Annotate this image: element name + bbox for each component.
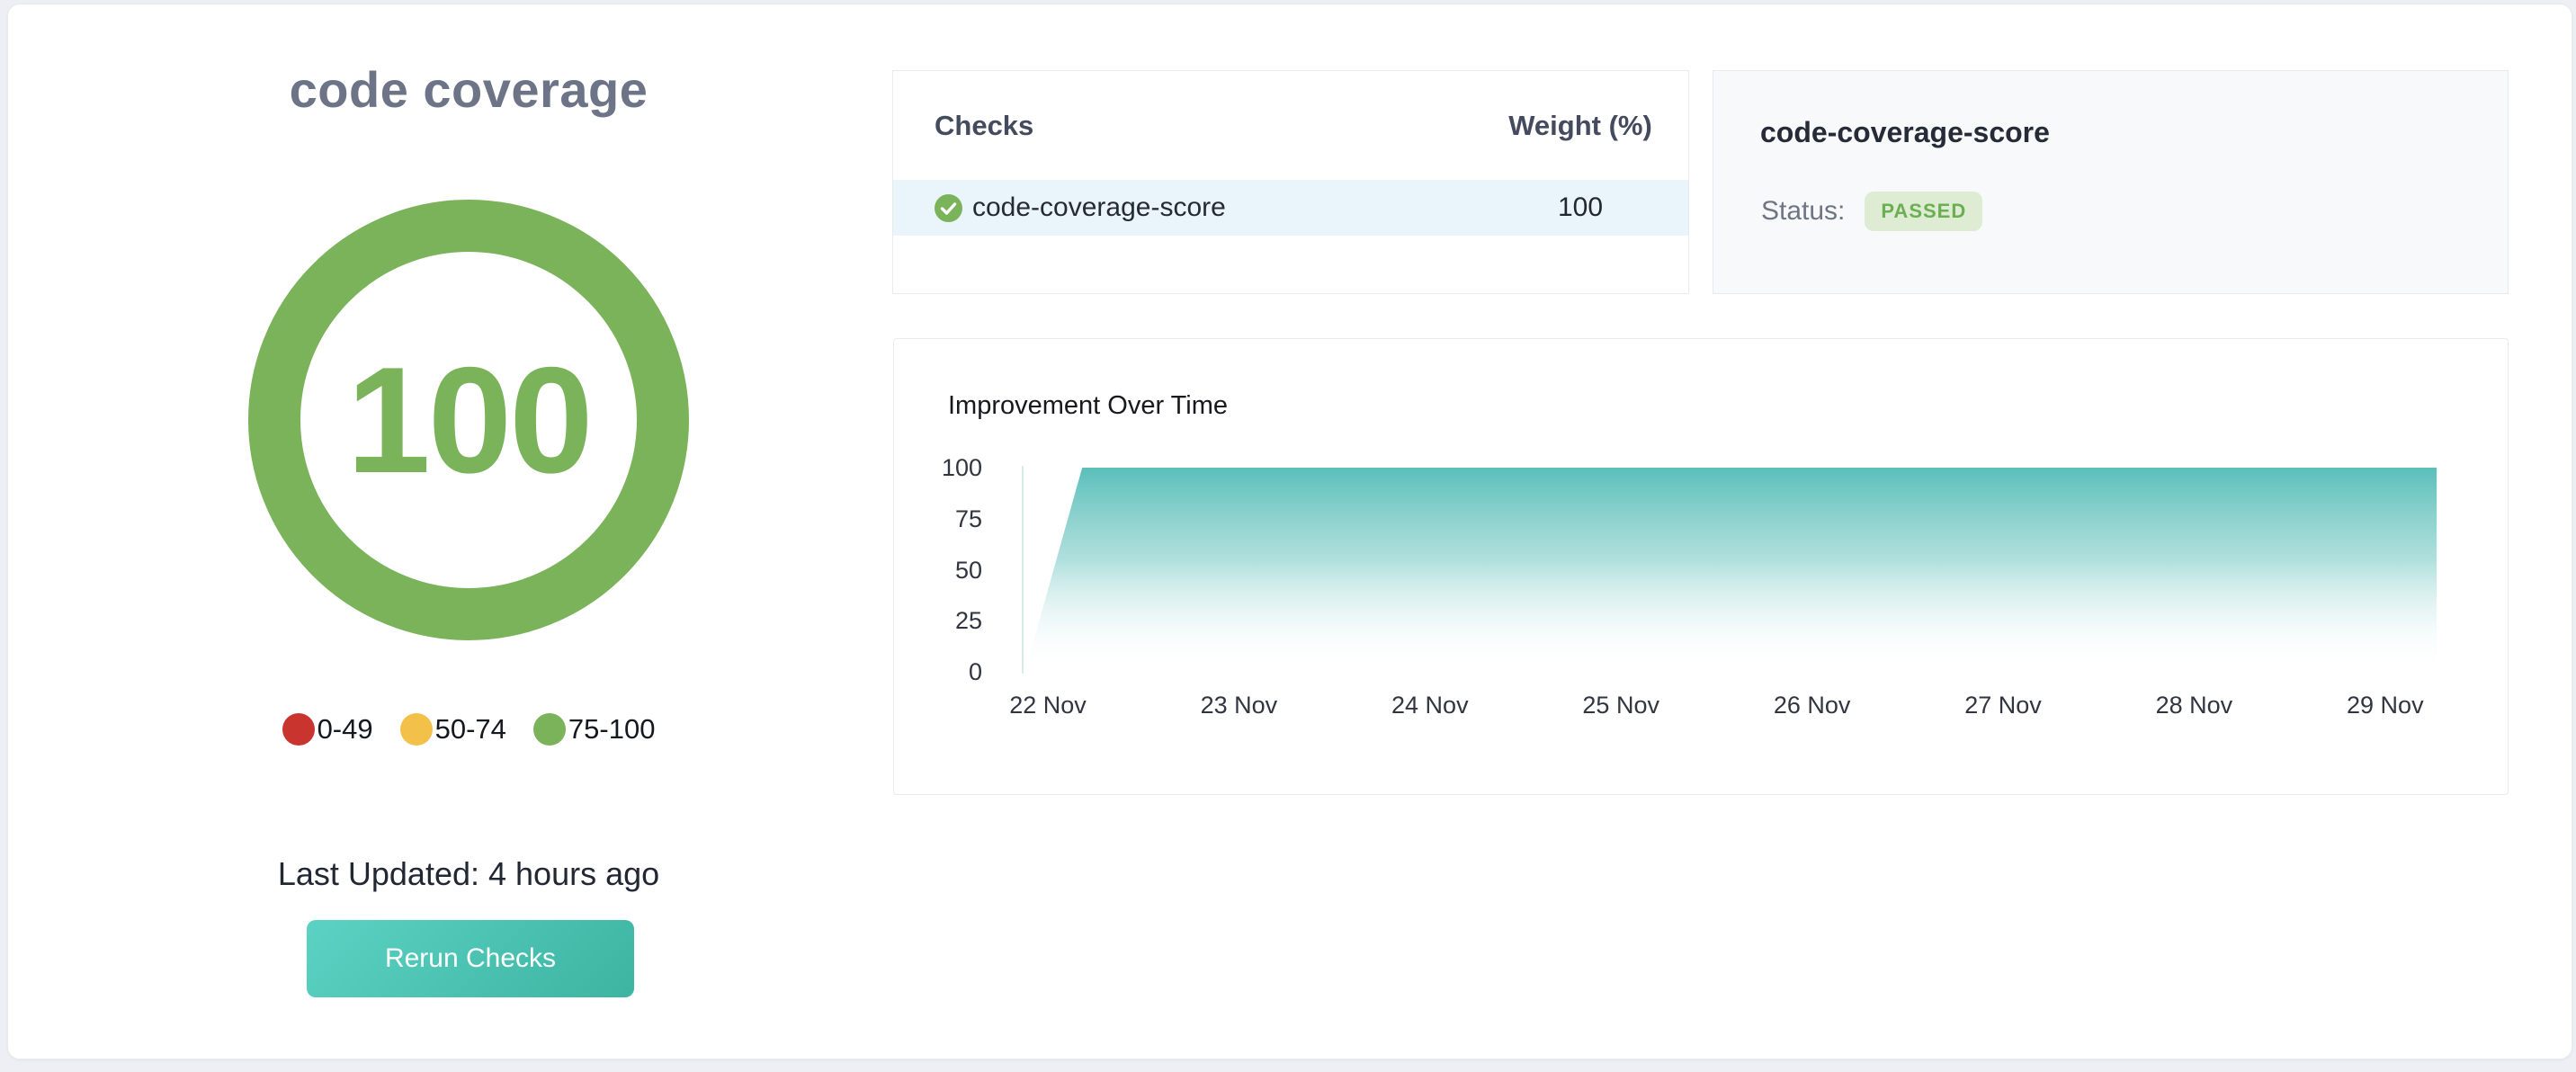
improvement-area-chart — [894, 339, 2509, 796]
score-legend: 0-49 50-74 75-100 — [199, 713, 738, 746]
legend-item-high: 75-100 — [533, 713, 656, 746]
y-tick-label: 0 — [917, 657, 982, 686]
area-series — [1025, 468, 2437, 672]
y-tick-label: 75 — [917, 505, 982, 533]
last-updated-text: Last Updated: 4 hours ago — [217, 855, 720, 893]
check-detail-title: code-coverage-score — [1760, 116, 2050, 149]
x-tick-label: 24 Nov — [1354, 692, 1507, 719]
legend-item-label: 0-49 — [318, 713, 373, 746]
legend-green-dot-icon — [533, 713, 566, 746]
score-value: 100 — [248, 200, 689, 640]
checks-column-header: Checks — [935, 71, 1033, 180]
legend-yellow-dot-icon — [400, 713, 433, 746]
x-tick-label: 29 Nov — [2309, 692, 2462, 719]
checks-table-panel: Checks Weight (%) code-coverage-score 10… — [892, 70, 1689, 294]
check-detail-panel: code-coverage-score Status: PASSED — [1713, 70, 2509, 294]
y-tick-label: 25 — [917, 606, 982, 635]
legend-item-low: 0-49 — [282, 713, 373, 746]
legend-item-label: 50-74 — [435, 713, 506, 746]
x-tick-label: 28 Nov — [2117, 692, 2270, 719]
improvement-chart-panel: Improvement Over Time 1007550250 22 Nov2… — [893, 338, 2509, 795]
x-tick-label: 26 Nov — [1736, 692, 1889, 719]
x-tick-label: 27 Nov — [1927, 692, 2080, 719]
page-title: code coverage — [217, 60, 720, 119]
y-tick-label: 100 — [917, 453, 982, 482]
check-circle-icon — [935, 194, 962, 222]
table-row[interactable]: code-coverage-score 100 — [893, 180, 1688, 236]
x-tick-label: 23 Nov — [1162, 692, 1315, 719]
status-row: Status: PASSED — [1761, 192, 1982, 231]
legend-red-dot-icon — [282, 713, 315, 746]
legend-item-label: 75-100 — [568, 713, 656, 746]
check-weight: 100 — [1481, 192, 1679, 223]
status-label: Status: — [1761, 196, 1845, 227]
x-tick-label: 22 Nov — [971, 692, 1124, 719]
check-name: code-coverage-score — [972, 192, 1226, 223]
y-tick-label: 50 — [917, 556, 982, 585]
score-gauge: 100 — [248, 200, 689, 640]
dashboard-card: code coverage 100 0-49 50-74 75-100 Last… — [7, 4, 2572, 1059]
rerun-checks-button[interactable]: Rerun Checks — [307, 920, 634, 997]
weight-column-header: Weight (%) — [1481, 71, 1679, 180]
x-tick-label: 25 Nov — [1544, 692, 1697, 719]
legend-item-mid: 50-74 — [400, 713, 506, 746]
status-badge: PASSED — [1865, 192, 1982, 231]
